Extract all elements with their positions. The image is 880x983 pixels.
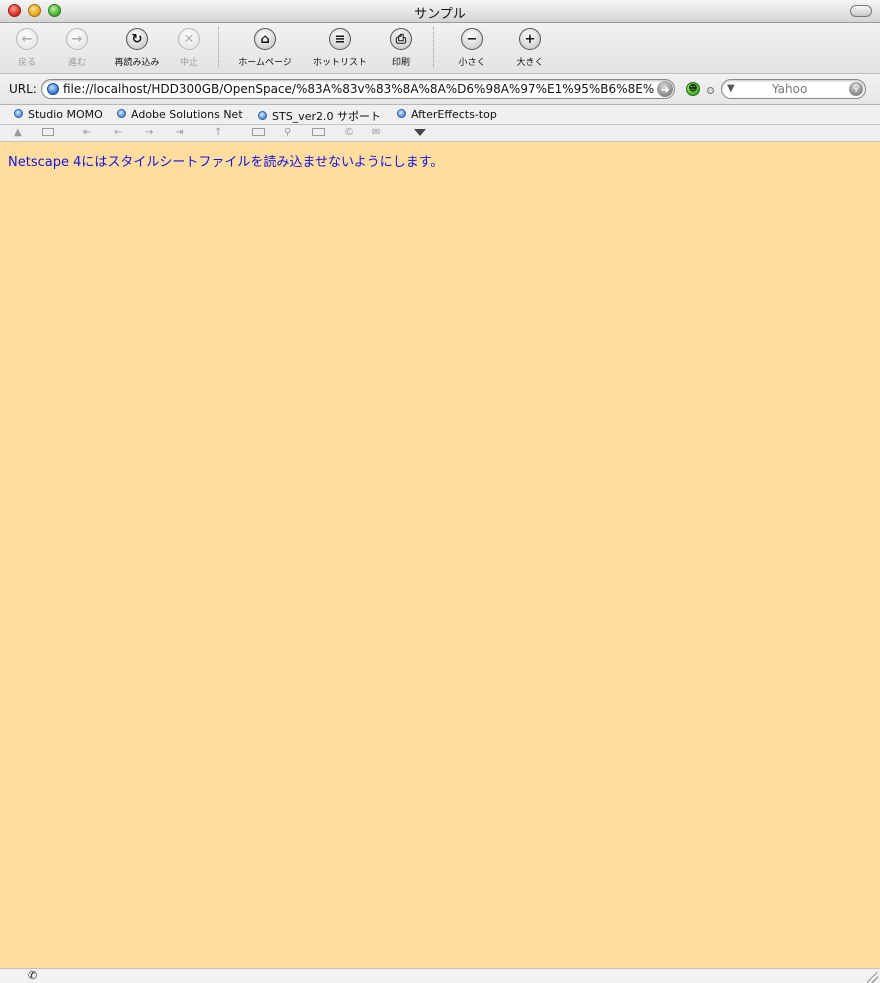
bookmarks-bar: Studio MOMO Adobe Solutions Net STS_ver2… <box>0 105 880 125</box>
url-label: URL: <box>9 82 37 96</box>
list-icon: ≡ <box>329 28 351 50</box>
bookmark-label: AfterEffects-top <box>411 108 497 121</box>
bookmark-globe-icon <box>117 109 126 118</box>
globe-icon <box>47 83 59 95</box>
home-button[interactable]: ⌂ ホームページ <box>230 28 300 68</box>
toolbar-separator <box>218 27 219 67</box>
minus-icon: − <box>461 28 483 50</box>
home-label: ホームページ <box>238 58 292 68</box>
url-input[interactable]: file://localhost/HDD300GB/OpenSpace/%83A… <box>41 79 675 99</box>
status-bar: ✆ <box>0 968 880 983</box>
bookmark-label: Studio MOMO <box>28 108 103 121</box>
status-smiley-icon[interactable]: ☻ <box>686 82 700 96</box>
bookmark-label: Adobe Solutions Net <box>131 108 243 121</box>
search-input[interactable]: ▼ Yahoo ⚲ <box>721 79 866 99</box>
home-icon: ⌂ <box>254 28 276 50</box>
nav-copyright-icon[interactable]: © <box>344 126 354 140</box>
bookmark-globe-icon <box>14 109 23 118</box>
toolbar-separator <box>433 27 434 67</box>
stop-icon: ✕ <box>178 28 200 50</box>
activity-dot-icon <box>707 87 714 94</box>
printer-icon: ⎙ <box>390 28 412 50</box>
bookmark-item[interactable]: Studio MOMO <box>14 108 103 121</box>
nav-search-icon[interactable]: ⚲ <box>284 126 291 140</box>
toolbar-toggle-button[interactable] <box>850 5 872 17</box>
go-arrow-icon[interactable]: ➜ <box>657 81 673 97</box>
hotlist-button[interactable]: ≡ ホットリスト <box>305 28 375 68</box>
nav-next-icon[interactable]: → <box>145 126 153 140</box>
bookmark-item[interactable]: STS_ver2.0 サポート <box>258 108 381 124</box>
title-bar: サンプル <box>0 0 880 23</box>
address-bar: URL: file://localhost/HDD300GB/OpenSpace… <box>0 74 880 105</box>
print-label: 印刷 <box>391 58 410 68</box>
nav-previous-icon[interactable]: ← <box>114 126 122 140</box>
nav-first-icon[interactable]: ⇤ <box>83 126 91 140</box>
hotlist-label: ホットリスト <box>312 58 367 68</box>
window-title: サンプル <box>414 7 466 22</box>
bookmark-globe-icon <box>397 109 406 118</box>
nav-home-icon[interactable]: ▲ <box>14 126 22 140</box>
nav-glossary-icon[interactable] <box>312 128 325 136</box>
nav-index-icon[interactable] <box>252 128 265 136</box>
resize-grip[interactable] <box>867 972 878 983</box>
reload-icon: ↻ <box>126 28 148 50</box>
url-text[interactable]: file://localhost/HDD300GB/OpenSpace/%83A… <box>63 82 657 96</box>
page-content: Netscape 4にはスタイルシートファイルを読み込ませないようにします。 <box>0 142 880 968</box>
forward-arrow-icon: → <box>66 28 88 50</box>
stop-button[interactable]: ✕ 中止 <box>154 28 224 68</box>
connection-phone-icon: ✆ <box>28 969 38 982</box>
nav-mail-icon[interactable]: ✉ <box>372 126 380 140</box>
bookmark-label: STS_ver2.0 サポート <box>272 110 381 123</box>
bookmark-item[interactable]: Adobe Solutions Net <box>117 108 243 121</box>
print-button[interactable]: ⎙ 印刷 <box>366 28 436 68</box>
bookmark-globe-icon <box>258 111 267 120</box>
back-arrow-icon: ← <box>16 28 38 50</box>
stop-label: 中止 <box>179 58 198 68</box>
toolbar: ← 戻る → 進む ↻ 再読み込み ✕ 中止 ⌂ ホームページ ≡ ホットリスト… <box>0 23 880 74</box>
nav-last-icon[interactable]: ⇥ <box>175 126 183 140</box>
larger-label: 大きく <box>516 58 544 68</box>
nav-more-dropdown-icon[interactable] <box>414 129 426 136</box>
nav-contents-icon[interactable] <box>42 128 54 136</box>
bookmark-item[interactable]: AfterEffects-top <box>397 108 497 121</box>
nav-up-icon[interactable]: ↑ <box>214 126 222 140</box>
search-engine-dropdown-icon[interactable]: ▼ <box>727 83 735 94</box>
search-placeholder[interactable]: Yahoo <box>772 82 807 96</box>
browser-window: サンプル ← 戻る → 進む ↻ 再読み込み ✕ 中止 ⌂ ホームページ ≡ ホ… <box>0 0 880 983</box>
site-navigation-bar: ▲ ⇤ ← → ⇥ ↑ ⚲ © ✉ <box>0 125 880 142</box>
text-larger-button[interactable]: + 大きく <box>495 28 565 68</box>
plus-icon: + <box>519 28 541 50</box>
search-icon[interactable]: ⚲ <box>849 82 863 96</box>
page-message: Netscape 4にはスタイルシートファイルを読み込ませないようにします。 <box>8 155 444 170</box>
